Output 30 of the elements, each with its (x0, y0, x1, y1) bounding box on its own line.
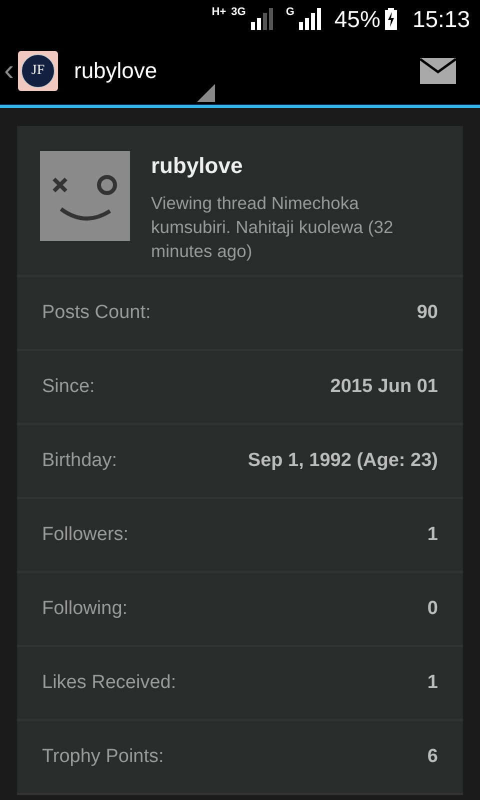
stat-value: 1 (427, 672, 438, 694)
stat-value: 2015 Jun 01 (330, 376, 438, 398)
stat-value: 6 (427, 746, 438, 768)
stat-label: Followers: (42, 524, 129, 546)
stat-value: 90 (416, 302, 438, 324)
stat-value: Sep 1, 1992 (Age: 23) (248, 450, 438, 472)
stat-label: Following: (42, 598, 128, 620)
stat-label: Trophy Points: (42, 746, 164, 768)
stat-label: Likes Received: (42, 672, 176, 694)
battery-charging-icon (385, 8, 398, 30)
battery-percent: 45% (334, 6, 380, 32)
dropdown-corner-icon (197, 84, 215, 102)
default-avatar-icon (40, 151, 130, 241)
stat-value: 0 (427, 598, 438, 620)
activity-text: Viewing thread Nimechoka kumsubiri. Nahitaji kuolewa (32 minutes ago) (151, 192, 394, 263)
screen-title[interactable]: rubylove (74, 58, 420, 84)
clock: 15:13 (412, 6, 470, 32)
network-label: G (286, 6, 294, 18)
app-logo[interactable]: JF (18, 51, 58, 91)
username: rubylove (151, 153, 244, 179)
network-label: 3G (231, 6, 246, 18)
stat-label: Birthday: (42, 450, 117, 472)
back-button[interactable]: ‹ (4, 54, 18, 88)
mail-icon[interactable] (420, 58, 456, 84)
stat-label: Posts Count: (42, 302, 151, 324)
signal-icon (299, 8, 322, 30)
stat-label: Since: (42, 376, 95, 398)
network-label: H+ (212, 6, 226, 18)
stat-value: 1 (427, 524, 438, 546)
signal-icon (250, 8, 273, 30)
